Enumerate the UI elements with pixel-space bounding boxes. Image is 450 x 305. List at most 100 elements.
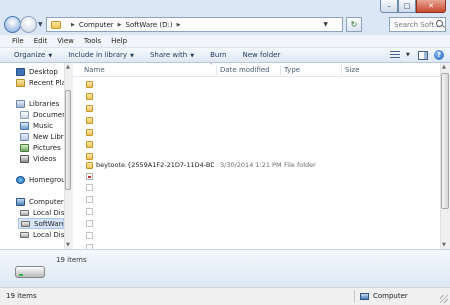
desktop-icon bbox=[16, 67, 25, 76]
red-file-icon bbox=[86, 172, 93, 180]
file-name: beytoote.{2559A1F2-21D7-11D4-BDAF-00... bbox=[96, 161, 214, 169]
menu-help[interactable]: Help bbox=[111, 37, 127, 45]
status-item-count: 19 items bbox=[6, 292, 37, 300]
address-dropdown-icon[interactable]: ▼ bbox=[323, 21, 328, 28]
menu-view[interactable]: View bbox=[57, 37, 74, 45]
recent-places-icon bbox=[16, 78, 25, 87]
refresh-icon: ↻ bbox=[350, 20, 358, 29]
share-with-button[interactable]: Share with ▼ bbox=[150, 51, 194, 59]
resize-grip-icon[interactable] bbox=[440, 295, 448, 303]
chevron-right-icon[interactable]: ▶ bbox=[177, 22, 181, 28]
file-icon bbox=[86, 183, 93, 191]
computer-icon bbox=[16, 197, 25, 206]
menu-file[interactable]: File bbox=[12, 37, 24, 45]
details-pane bbox=[0, 249, 450, 287]
disk-icon bbox=[20, 209, 29, 216]
column-divider[interactable] bbox=[280, 65, 281, 75]
drive-icon bbox=[15, 266, 45, 278]
address-bar[interactable]: ▶ Computer ▶ SoftWare (D:) ▶ ▼ bbox=[46, 17, 343, 32]
file-list-scrollbar-thumb[interactable] bbox=[441, 73, 449, 209]
burn-button[interactable]: Burn bbox=[210, 51, 226, 59]
forward-arrow-icon: › bbox=[26, 19, 31, 29]
table-row[interactable] bbox=[73, 229, 440, 241]
change-view-icon[interactable] bbox=[390, 50, 400, 60]
navigation-pane: Desktop Recent Plac Libraries Documents … bbox=[0, 63, 72, 249]
chevron-down-icon: ▼ bbox=[130, 53, 134, 59]
refresh-button[interactable]: ↻ bbox=[346, 17, 362, 32]
menu-edit[interactable]: Edit bbox=[34, 37, 48, 45]
table-row[interactable] bbox=[73, 217, 440, 229]
back-arrow-icon: ‹ bbox=[10, 19, 15, 29]
folder-icon bbox=[86, 80, 93, 88]
videos-icon bbox=[20, 154, 29, 163]
file-list: ^ Name Date modified Type Size beytoote.… bbox=[73, 63, 440, 249]
computer-icon bbox=[360, 293, 369, 300]
recent-pages-dropdown[interactable]: ▼ bbox=[38, 21, 43, 28]
breadcrumb-computer[interactable]: Computer bbox=[79, 21, 114, 29]
music-icon bbox=[20, 121, 29, 130]
preview-pane-icon[interactable] bbox=[418, 50, 428, 60]
view-options-dropdown[interactable]: ▼ bbox=[406, 52, 412, 58]
navigation-scrollbar-thumb[interactable] bbox=[65, 90, 71, 190]
table-row[interactable] bbox=[73, 138, 440, 150]
help-icon[interactable]: ? bbox=[434, 50, 444, 60]
table-row[interactable] bbox=[73, 102, 440, 114]
breadcrumb-software-drive[interactable]: SoftWare (D:) bbox=[126, 21, 173, 29]
status-divider bbox=[354, 290, 355, 303]
back-button[interactable]: ‹ bbox=[4, 16, 21, 33]
file-icon bbox=[86, 219, 93, 227]
folder-icon bbox=[86, 116, 93, 124]
chevron-right-icon[interactable]: ▶ bbox=[71, 22, 75, 28]
libraries-icon bbox=[16, 99, 25, 108]
minimize-button[interactable]: – bbox=[380, 0, 398, 13]
chevron-right-icon[interactable]: ▶ bbox=[118, 22, 122, 28]
table-row[interactable] bbox=[73, 241, 440, 249]
close-button[interactable]: ✕ bbox=[416, 0, 446, 13]
file-icon bbox=[86, 195, 93, 203]
table-row[interactable] bbox=[73, 78, 440, 90]
table-row[interactable] bbox=[73, 126, 440, 138]
table-row[interactable] bbox=[73, 114, 440, 126]
folder-icon bbox=[51, 20, 61, 29]
table-row[interactable] bbox=[73, 90, 440, 102]
organize-button[interactable]: Organize ▼ bbox=[14, 51, 52, 59]
chevron-down-icon: ▼ bbox=[190, 53, 195, 59]
sort-indicator-icon: ^ bbox=[209, 63, 214, 69]
column-divider[interactable] bbox=[341, 65, 342, 75]
column-date-modified[interactable]: Date modified bbox=[220, 66, 270, 74]
include-in-library-button[interactable]: Include in library ▼ bbox=[68, 51, 134, 59]
new-folder-button[interactable]: New folder bbox=[243, 51, 281, 59]
folder-icon bbox=[86, 92, 93, 100]
search-icon[interactable] bbox=[436, 20, 443, 27]
file-icon bbox=[86, 231, 93, 239]
file-date: 3/30/2014 1:21 PM bbox=[220, 161, 282, 169]
table-row[interactable] bbox=[73, 193, 440, 205]
scroll-down-icon[interactable]: ▼ bbox=[66, 242, 70, 248]
pictures-icon bbox=[20, 143, 29, 152]
scroll-down-icon[interactable]: ▼ bbox=[442, 242, 446, 248]
column-type[interactable]: Type bbox=[284, 66, 300, 74]
homegroup-icon bbox=[16, 175, 25, 184]
chevron-down-icon: ▼ bbox=[48, 53, 53, 59]
column-name[interactable]: Name bbox=[84, 66, 105, 74]
status-location: Computer bbox=[373, 292, 408, 300]
table-row[interactable] bbox=[73, 181, 440, 193]
forward-button[interactable]: › bbox=[20, 16, 37, 33]
column-divider[interactable] bbox=[216, 65, 217, 75]
title-bar: – □ ✕ bbox=[0, 0, 450, 14]
view-controls: ▼ ? bbox=[390, 50, 444, 60]
address-row: ‹ › ▼ ▶ Computer ▶ SoftWare (D:) ▶ ▼ ↻ bbox=[0, 14, 450, 35]
table-row[interactable] bbox=[73, 205, 440, 217]
scroll-up-icon[interactable]: ▲ bbox=[442, 64, 446, 70]
folder-icon bbox=[86, 140, 93, 148]
nav-item-software-drive[interactable]: SoftWare (D bbox=[18, 218, 64, 229]
command-bar: Organize ▼ Include in library ▼ Share with… bbox=[0, 48, 450, 63]
column-header: ^ Name Date modified Type Size bbox=[73, 63, 440, 77]
explorer-window: – □ ✕ ‹ › ▼ ▶ Computer ▶ SoftWare (D:) ▶… bbox=[0, 0, 450, 305]
folder-icon bbox=[86, 161, 93, 169]
scroll-up-icon[interactable]: ▲ bbox=[66, 64, 70, 70]
menu-tools[interactable]: Tools bbox=[84, 37, 101, 45]
disk-icon bbox=[21, 220, 30, 227]
column-size[interactable]: Size bbox=[345, 66, 359, 74]
maximize-button[interactable]: □ bbox=[398, 0, 416, 13]
